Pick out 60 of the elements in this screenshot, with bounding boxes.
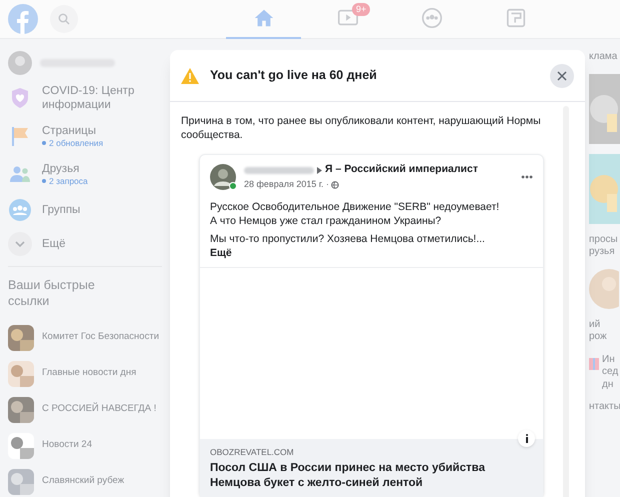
logo-icon[interactable]	[8, 4, 38, 34]
avatar-icon	[8, 51, 32, 75]
triangle-icon	[317, 166, 322, 174]
close-button[interactable]	[550, 64, 574, 88]
sidebar-item[interactable]: Ещё	[8, 230, 162, 258]
sidebar-label: COVID-19: Центр информации	[42, 84, 136, 112]
section-heading: нтакты	[589, 401, 620, 414]
shortcut-label: С РОССИЕЙ НАВСЕГДА !	[42, 402, 156, 416]
reason-text: Причина в том, что ранее вы опубликовали контент, нарушающий Нормы сообщества.	[181, 114, 542, 142]
avatar-icon	[589, 268, 619, 308]
post-text: Русское Освободительное Движение "SERB" недоумевает! А что Немцов уже стал гражданином Украины?	[210, 200, 500, 228]
info-icon	[524, 434, 528, 444]
sidebar-label: Группы	[42, 202, 82, 218]
birthday-text: Ин сед дн	[602, 354, 620, 391]
groups-icon	[420, 7, 442, 29]
nav-tab[interactable]: 9+	[310, 0, 385, 38]
home-icon	[252, 7, 274, 29]
shortcut-item[interactable]: Комитет Гос Безопасности	[8, 320, 162, 356]
link-preview[interactable]: OBOZREVATEL.COM Посол США в России принес на место убийства Немцова букет с желто-синей лентой	[200, 439, 543, 497]
shortcut-item[interactable]: С РОССИЕЙ НАВСЕГДА !	[8, 392, 162, 428]
shortcut-item[interactable]: Славянский рубеж	[8, 464, 162, 497]
post-date[interactable]: 28 февраля 2015 г. ·	[244, 178, 330, 192]
section-heading: клама	[589, 51, 618, 64]
close-icon	[557, 70, 567, 80]
dialog-title: You can't go live на 60 дней	[210, 67, 377, 84]
shortcut-label: Славянский рубеж	[42, 474, 124, 488]
section-heading: ий рож	[589, 318, 608, 344]
sidebar-item[interactable]: Страницы 2 обновления	[8, 120, 162, 152]
sidebar-sublabel: 2 запроса	[49, 176, 88, 186]
shortcut-item[interactable]: Новости 24	[8, 428, 162, 464]
section-heading: просы рузья	[589, 234, 619, 258]
sidebar-item[interactable]: Друзья 2 запроса	[8, 158, 162, 190]
search-icon	[58, 13, 70, 25]
shortcut-item[interactable]: Главные новости дня	[8, 356, 162, 392]
sidebar-label: Ещё	[42, 236, 67, 252]
shortcut-label: Главные новости дня	[42, 366, 136, 380]
see-more-link[interactable]: Ещё	[210, 247, 232, 260]
post-text: Мы что-то пропустили? Хозяева Немцова отметились!... Ещё	[210, 232, 486, 260]
shortcut-label: Новости 24	[42, 438, 92, 452]
link-domain: OBOZREVATEL.COM	[210, 446, 295, 460]
sidebar-item[interactable]: COVID-19: Центр информации	[8, 82, 162, 114]
blurred-name	[244, 166, 314, 174]
chevron-icon	[8, 232, 32, 256]
info-button[interactable]	[518, 430, 535, 448]
notification-badge: 9+	[352, 2, 370, 16]
warning-icon	[181, 68, 199, 84]
section-heading: Ваши быстрые ссылки	[8, 277, 96, 310]
sidebar-label: Страницы	[42, 124, 97, 138]
sidebar-label: Друзья	[42, 162, 80, 176]
link-title: Посол США в России принес на место убийства Немцова букет с желто-синей лентой	[210, 461, 486, 491]
sidebar-item[interactable]: Группы	[8, 196, 162, 224]
sidebar-sublabel: 2 обновления	[49, 138, 104, 148]
shortcut-label: Комитет Гос Безопасности	[42, 330, 159, 344]
groups-icon	[8, 198, 32, 222]
group-name[interactable]: Я – Российский империалист	[325, 162, 478, 178]
more-icon[interactable]	[521, 174, 533, 179]
game-icon	[504, 7, 526, 29]
avatar-icon	[210, 164, 236, 190]
search-button[interactable]	[50, 5, 78, 33]
globe-icon	[331, 180, 340, 189]
